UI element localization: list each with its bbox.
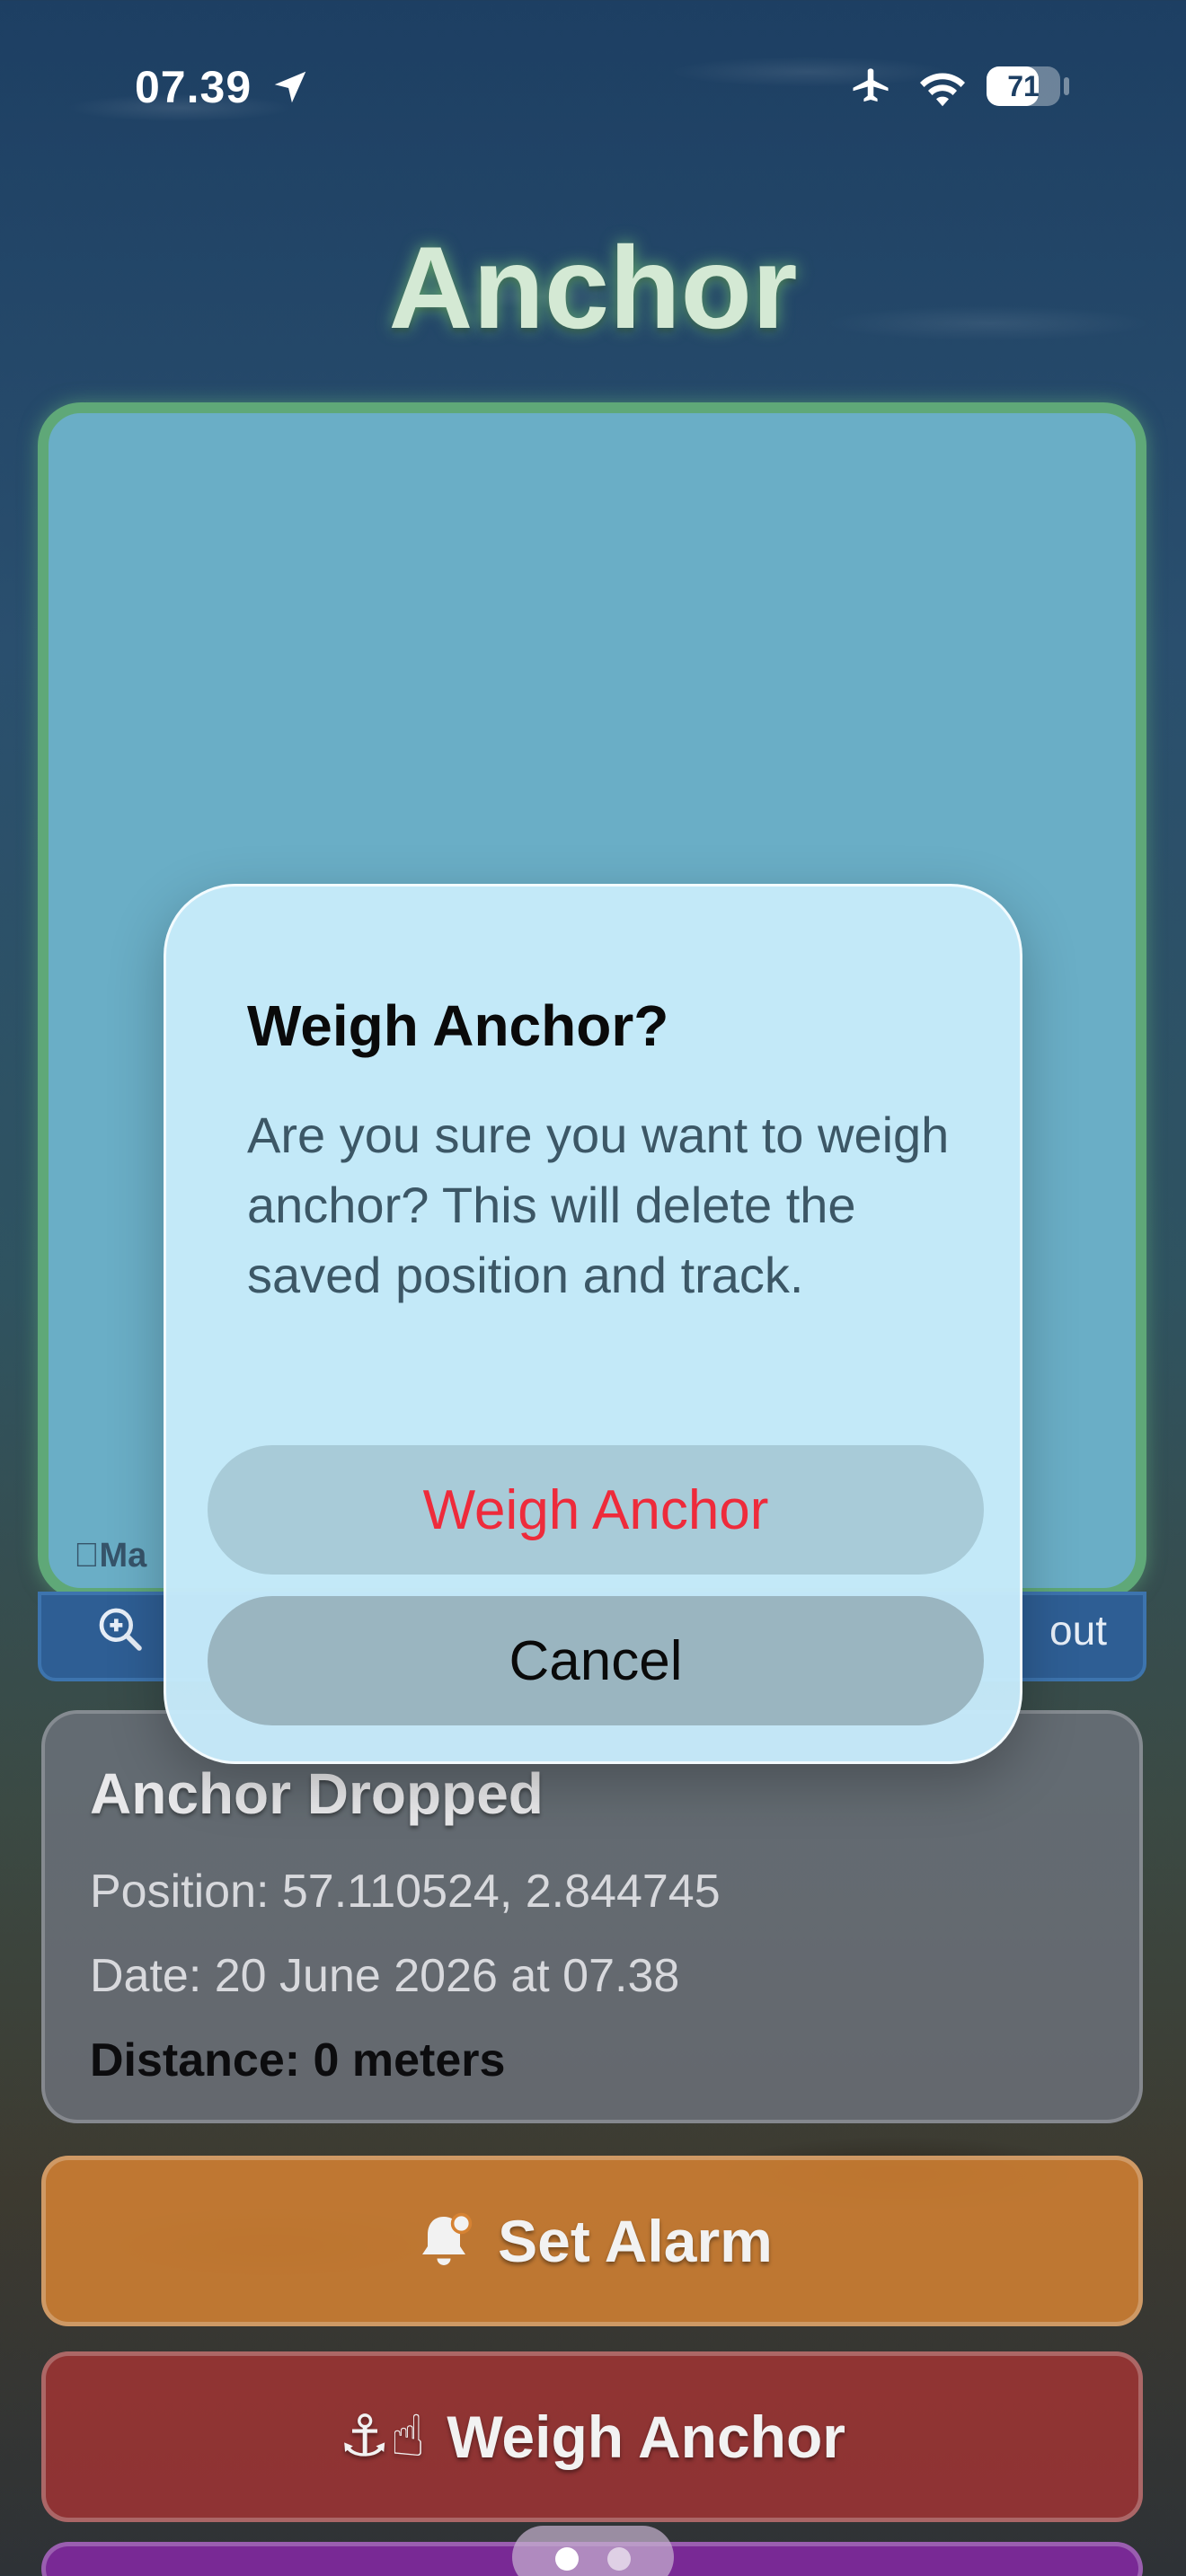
bell-badge-icon xyxy=(422,2212,473,2265)
battery-level: 71 xyxy=(1007,70,1040,102)
maps-attribution[interactable]: Ma xyxy=(74,1537,146,1575)
confirm-weigh-anchor-button[interactable]: Weigh Anchor xyxy=(208,1445,984,1575)
battery-icon: 71 xyxy=(987,66,1060,106)
wifi-icon xyxy=(920,73,965,107)
weigh-anchor-button[interactable]: ⚓☝ Weigh Anchor xyxy=(41,2351,1143,2522)
battery-nub xyxy=(1064,77,1069,95)
weigh-anchor-label: Weigh Anchor xyxy=(447,2404,845,2470)
set-alarm-button[interactable]: Set Alarm xyxy=(41,2156,1143,2326)
zoom-in-icon[interactable] xyxy=(95,1604,146,1654)
location-arrow-icon xyxy=(274,71,306,103)
anchor-status-card: Anchor Dropped Position: 57.110524, 2.84… xyxy=(41,1710,1143,2123)
weigh-anchor-alert: Weigh Anchor? Are you sure you want to w… xyxy=(164,884,1022,1764)
status-bar: 07.39 71 xyxy=(0,54,1186,126)
anchor-position: Position: 57.110524, 2.844745 xyxy=(90,1866,721,1918)
status-time: 07.39 xyxy=(135,62,252,112)
alert-title: Weigh Anchor? xyxy=(247,993,669,1058)
anchor-date: Date: 20 June 2026 at 07.38 xyxy=(90,1950,680,2002)
cancel-button[interactable]: Cancel xyxy=(208,1596,984,1725)
set-alarm-label: Set Alarm xyxy=(498,2208,773,2274)
airplane-icon xyxy=(853,68,889,102)
alert-message: Are you sure you want to weigh anchor? T… xyxy=(247,1107,950,1303)
app-title: Anchor xyxy=(388,222,798,353)
page-indicator[interactable] xyxy=(512,2526,674,2576)
anchor-status-title: Anchor Dropped xyxy=(90,1761,544,1826)
anchor-pointing-emoji: ⚓☝ xyxy=(338,2404,426,2470)
page-dot xyxy=(607,2547,631,2571)
zoom-out-button[interactable]: out xyxy=(1049,1606,1107,1654)
anchor-distance: Distance: 0 meters xyxy=(90,2034,506,2086)
page-dot-active xyxy=(555,2547,579,2571)
